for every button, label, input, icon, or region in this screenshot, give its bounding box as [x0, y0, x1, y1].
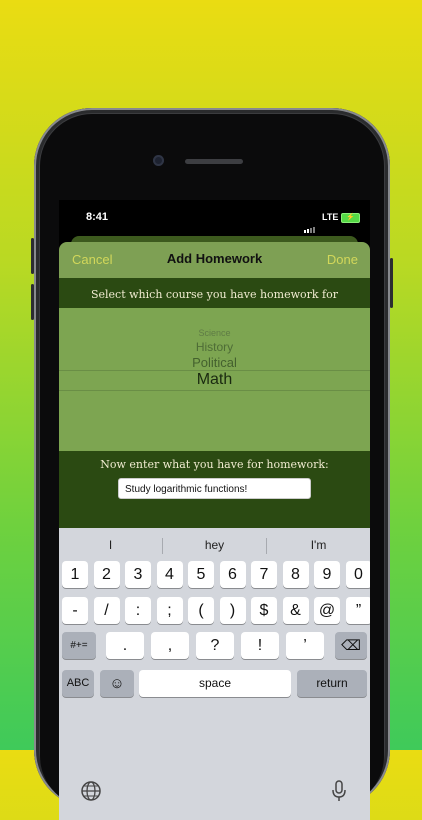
volume-up-button [31, 238, 34, 274]
done-button[interactable]: Done [327, 252, 358, 267]
abc-key[interactable]: ABC [62, 670, 94, 697]
symbol-key[interactable]: ” [345, 597, 370, 624]
symbols-toggle-key[interactable]: #+= [62, 632, 96, 659]
power-button [390, 258, 393, 308]
return-key[interactable]: return [297, 670, 367, 697]
number-key[interactable]: 2 [93, 561, 120, 588]
punctuation-key[interactable]: ! [241, 632, 279, 659]
microphone-icon[interactable] [331, 780, 347, 807]
speaker-grille [185, 159, 243, 164]
symbol-key[interactable]: : [125, 597, 151, 624]
symbol-key[interactable]: $ [251, 597, 277, 624]
keyboard-bottom-bar [59, 768, 370, 820]
number-key[interactable]: 1 [62, 561, 88, 588]
punctuation-key[interactable]: ’ [286, 632, 324, 659]
symbol-key[interactable]: / [93, 597, 120, 624]
suggestion-1[interactable]: I [59, 528, 162, 563]
page-title: Add Homework [166, 251, 263, 266]
picker-option[interactable]: Political [59, 355, 370, 370]
course-picker[interactable]: Science History Political Math [59, 308, 370, 451]
course-prompt-section: Select which course you have homework fo… [59, 278, 370, 308]
phone-bezel: 8:41 LTE ⚡ Cancel Add Homework Done Sele… [40, 114, 384, 820]
suggestion-2[interactable]: hey [163, 528, 266, 563]
symbol-key[interactable]: ; [156, 597, 183, 624]
screen: 8:41 LTE ⚡ Cancel Add Homework Done Sele… [59, 200, 370, 820]
picker-selection-bottom [59, 390, 370, 391]
number-key[interactable]: 4 [156, 561, 183, 588]
space-key[interactable]: space [139, 670, 291, 697]
number-key[interactable]: 6 [219, 561, 246, 588]
nav-bar: Cancel Add Homework Done [59, 242, 370, 278]
number-key[interactable]: 3 [125, 561, 151, 588]
symbol-key[interactable]: ) [219, 597, 246, 624]
network-label: LTE [322, 212, 339, 222]
signal-icon [304, 215, 316, 233]
status-bar: 8:41 LTE ⚡ [59, 200, 370, 234]
punctuation-key[interactable]: ? [196, 632, 234, 659]
picker-selected-option[interactable]: Math [59, 371, 370, 389]
symbol-key[interactable]: & [282, 597, 309, 624]
number-key[interactable]: 8 [282, 561, 309, 588]
picker-option[interactable]: Science [59, 328, 370, 338]
backspace-icon[interactable]: ⌫ [335, 632, 367, 659]
number-key[interactable]: 9 [314, 561, 340, 588]
punctuation-key[interactable]: . [106, 632, 144, 659]
keyboard: I hey I'm 1234567890 - /:;() $ & @” #+= .,?!… [59, 528, 370, 820]
suggestion-3[interactable]: I'm [267, 528, 370, 563]
volume-down-button [31, 284, 34, 320]
symbol-key[interactable]: - [62, 597, 88, 624]
homework-input[interactable]: Study logarithmic functions! [118, 478, 311, 499]
camera-icon [153, 155, 164, 166]
punctuation-key[interactable]: , [151, 632, 189, 659]
status-time: 8:41 [86, 211, 109, 223]
symbol-key[interactable]: @ [314, 597, 340, 624]
number-key[interactable]: 0 [345, 561, 370, 588]
battery-icon: ⚡ [341, 213, 360, 223]
globe-icon[interactable] [80, 780, 102, 807]
number-key[interactable]: 5 [188, 561, 214, 588]
phone-frame: 8:41 LTE ⚡ Cancel Add Homework Done Sele… [31, 108, 393, 820]
symbol-key[interactable]: ( [188, 597, 214, 624]
homework-prompt: Now enter what you have for homework: [100, 458, 329, 471]
emoji-icon[interactable]: ☺ [100, 670, 134, 697]
picker-option[interactable]: History [59, 340, 370, 354]
number-key[interactable]: 7 [251, 561, 277, 588]
course-prompt: Select which course you have homework fo… [90, 288, 339, 301]
